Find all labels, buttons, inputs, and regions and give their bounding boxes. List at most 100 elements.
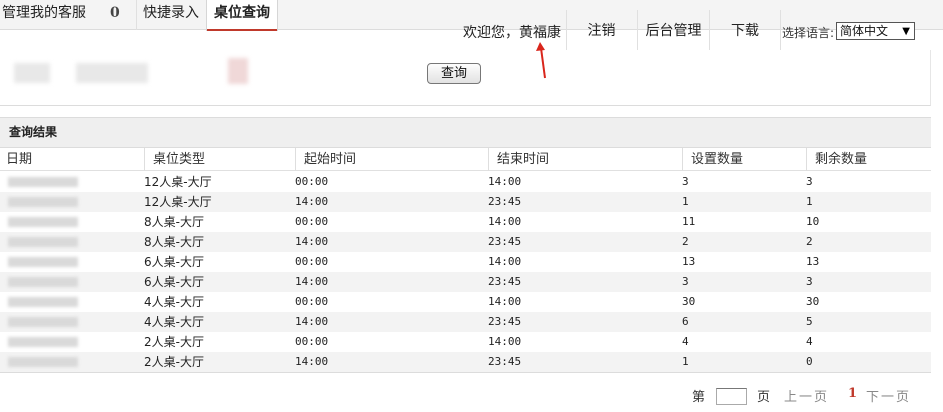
row-date-blurred [8, 197, 78, 207]
welcome-text: 欢迎您，黄福康 [463, 25, 561, 41]
table-row: 12人桌-大厅 00:00 14:00 3 3 [0, 172, 931, 192]
pager-next-link[interactable]: 下一页 [866, 386, 911, 405]
cell-end: 14:00 [488, 295, 522, 308]
tab-manage-count: 0 [110, 5, 120, 21]
blurred-field-icon [228, 58, 248, 84]
cell-remain: 1 [806, 195, 813, 208]
cell-remain: 3 [806, 275, 813, 288]
table-row: 6人桌-大厅 14:00 23:45 3 3 [0, 272, 931, 292]
cell-start: 14:00 [295, 275, 329, 288]
results-title: 查询结果 [0, 117, 931, 148]
active-tab-indicator [207, 29, 277, 31]
cell-type: 8人桌-大厅 [144, 215, 204, 229]
row-date-blurred [8, 337, 78, 347]
admin-link[interactable]: 后台管理 [637, 10, 709, 50]
table-row: 2人桌-大厅 00:00 14:00 4 4 [0, 332, 931, 352]
column-header-set-count: 设置数量 [682, 148, 806, 171]
row-date-blurred [8, 317, 78, 327]
cell-set: 2 [682, 235, 689, 248]
column-header-date: 日期 [6, 152, 33, 167]
cell-end: 23:45 [488, 195, 522, 208]
tab-seat-query[interactable]: 桌位查询 [206, 0, 278, 31]
table-row: 12人桌-大厅 14:00 23:45 1 1 [0, 192, 931, 212]
cell-type: 12人桌-大厅 [144, 175, 212, 189]
cell-remain: 4 [806, 335, 813, 348]
cell-remain: 13 [806, 255, 820, 268]
language-selected-value: 简体中文 [840, 24, 889, 38]
cell-set: 1 [682, 355, 689, 368]
cell-remain: 3 [806, 175, 813, 188]
cell-type: 4人桌-大厅 [144, 295, 204, 309]
pager-page-input[interactable] [716, 388, 747, 405]
column-header-start-time: 起始时间 [295, 148, 488, 171]
column-header-remaining: 剩余数量 [806, 148, 931, 171]
cell-set: 3 [682, 175, 689, 188]
cell-remain: 5 [806, 315, 813, 328]
pager-page-unit: 页 [757, 390, 771, 405]
cell-start: 00:00 [295, 295, 329, 308]
cell-end: 14:00 [488, 175, 522, 188]
cell-type: 12人桌-大厅 [144, 195, 212, 209]
cell-end: 14:00 [488, 255, 522, 268]
column-header-end-time: 结束时间 [488, 148, 682, 171]
row-date-blurred [8, 297, 78, 307]
cell-start: 14:00 [295, 315, 329, 328]
tab-seat-query-label: 桌位查询 [214, 5, 270, 21]
cell-start: 00:00 [295, 215, 329, 228]
cell-remain: 0 [806, 355, 813, 368]
cell-set: 30 [682, 295, 696, 308]
cell-type: 6人桌-大厅 [144, 275, 204, 289]
table-bottom-border [0, 372, 931, 373]
pager-prev-link[interactable]: 上一页 [784, 386, 829, 405]
cell-set: 4 [682, 335, 689, 348]
cell-type: 4人桌-大厅 [144, 315, 204, 329]
row-date-blurred [8, 177, 78, 187]
tab-manage-my-service[interactable]: 管理我的客服 0 [2, 0, 134, 30]
cell-remain: 10 [806, 215, 820, 228]
tab-quick-entry[interactable]: 快捷录入 [136, 0, 206, 30]
cell-set: 13 [682, 255, 696, 268]
language-label: 选择语言: [782, 26, 835, 40]
cell-remain: 2 [806, 235, 813, 248]
pager-page-label: 第 [692, 390, 706, 405]
cell-start: 14:00 [295, 235, 329, 248]
blurred-field-label [14, 63, 50, 83]
row-date-blurred [8, 217, 78, 227]
cell-end: 23:45 [488, 235, 522, 248]
row-date-blurred [8, 257, 78, 267]
logout-link[interactable]: 注销 [566, 10, 636, 50]
row-date-blurred [8, 277, 78, 287]
results-table-header: 日期 桌位类型 起始时间 结束时间 设置数量 剩余数量 [0, 148, 931, 171]
cell-end: 23:45 [488, 275, 522, 288]
cell-remain: 30 [806, 295, 820, 308]
blurred-field-input [76, 63, 148, 83]
tab-manage-label: 管理我的客服 [2, 5, 86, 21]
cell-set: 11 [682, 215, 696, 228]
cell-type: 6人桌-大厅 [144, 255, 204, 269]
table-row: 8人桌-大厅 14:00 23:45 2 2 [0, 232, 931, 252]
cell-set: 6 [682, 315, 689, 328]
results-table-body: 12人桌-大厅 00:00 14:00 3 3 12人桌-大厅 14:00 23:45 1 1 8人… [0, 172, 931, 372]
row-date-blurred [8, 237, 78, 247]
pager-current-page: 1 [848, 386, 858, 401]
cell-type: 8人桌-大厅 [144, 235, 204, 249]
cell-start: 00:00 [295, 335, 329, 348]
table-row: 4人桌-大厅 00:00 14:00 30 30 [0, 292, 931, 312]
table-row: 8人桌-大厅 00:00 14:00 11 10 [0, 212, 931, 232]
dropdown-arrow-icon: ▼ [902, 26, 910, 37]
cell-end: 14:00 [488, 215, 522, 228]
cell-type: 2人桌-大厅 [144, 335, 204, 349]
cell-start: 14:00 [295, 195, 329, 208]
table-row: 6人桌-大厅 00:00 14:00 13 13 [0, 252, 931, 272]
table-row: 4人桌-大厅 14:00 23:45 6 5 [0, 312, 931, 332]
query-button[interactable]: 查询 [427, 63, 481, 84]
cell-start: 00:00 [295, 255, 329, 268]
cell-start: 00:00 [295, 175, 329, 188]
language-select[interactable]: 简体中文 ▼ [836, 22, 915, 40]
cell-set: 1 [682, 195, 689, 208]
cell-type: 2人桌-大厅 [144, 355, 204, 369]
cell-set: 3 [682, 275, 689, 288]
download-link[interactable]: 下载 [709, 10, 781, 50]
column-header-seat-type: 桌位类型 [144, 148, 295, 171]
row-date-blurred [8, 357, 78, 367]
